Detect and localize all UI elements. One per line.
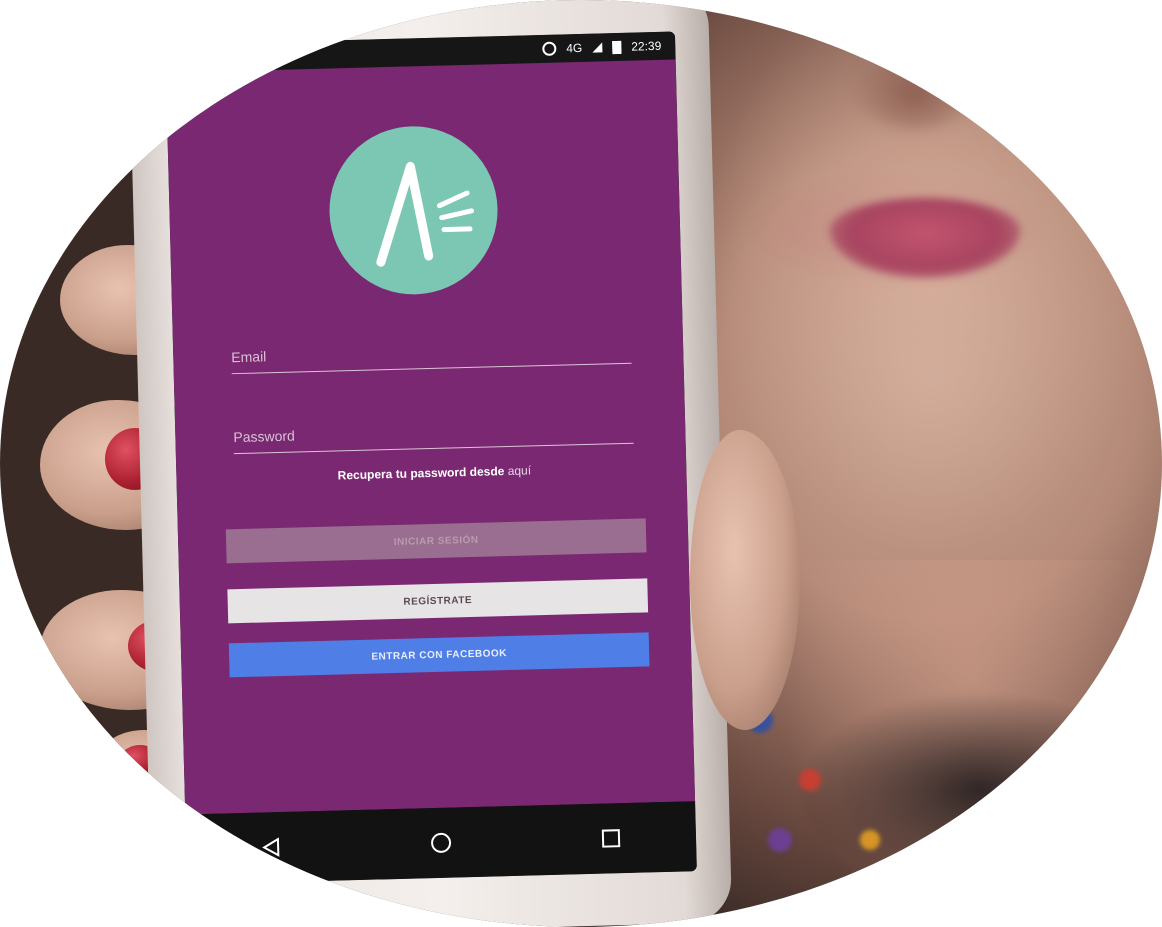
status-time: 22:39: [631, 38, 662, 54]
recover-link[interactable]: aquí: [508, 463, 532, 478]
login-button[interactable]: INICIAR SESIÓN: [225, 518, 647, 564]
password-input[interactable]: [232, 410, 634, 454]
signal-icon: [592, 42, 603, 53]
android-nav-bar: [185, 801, 697, 885]
recover-text: Recupera tu password desde: [337, 464, 505, 483]
login-screen: Recupera tu password desde aquí INICIAR …: [165, 59, 696, 815]
password-field[interactable]: [232, 410, 634, 455]
nose-shadow: [850, 40, 980, 130]
network-label: 4G: [566, 40, 583, 56]
circle-home-icon[interactable]: [421, 822, 462, 863]
triangle-back-icon[interactable]: [251, 827, 292, 868]
email-input[interactable]: [230, 330, 632, 374]
square-recents-icon[interactable]: [591, 818, 632, 859]
necklace: [720, 640, 1160, 927]
facebook-login-button[interactable]: ENTRAR CON FACEBOOK: [228, 632, 650, 678]
logo-glyph-icon: [376, 161, 475, 267]
letter-a-logo-icon: [327, 124, 500, 297]
recover-password-text: Recupera tu password desde aquí: [234, 461, 634, 485]
alarm-icon: [542, 41, 557, 56]
photo-background: 4G 22:39 Recupera tu password: [0, 0, 1162, 927]
email-field[interactable]: [230, 330, 632, 375]
phone-screen: 4G 22:39 Recupera tu password: [165, 31, 697, 885]
battery-icon: [612, 40, 622, 54]
register-button[interactable]: REGÍSTRATE: [227, 578, 649, 624]
